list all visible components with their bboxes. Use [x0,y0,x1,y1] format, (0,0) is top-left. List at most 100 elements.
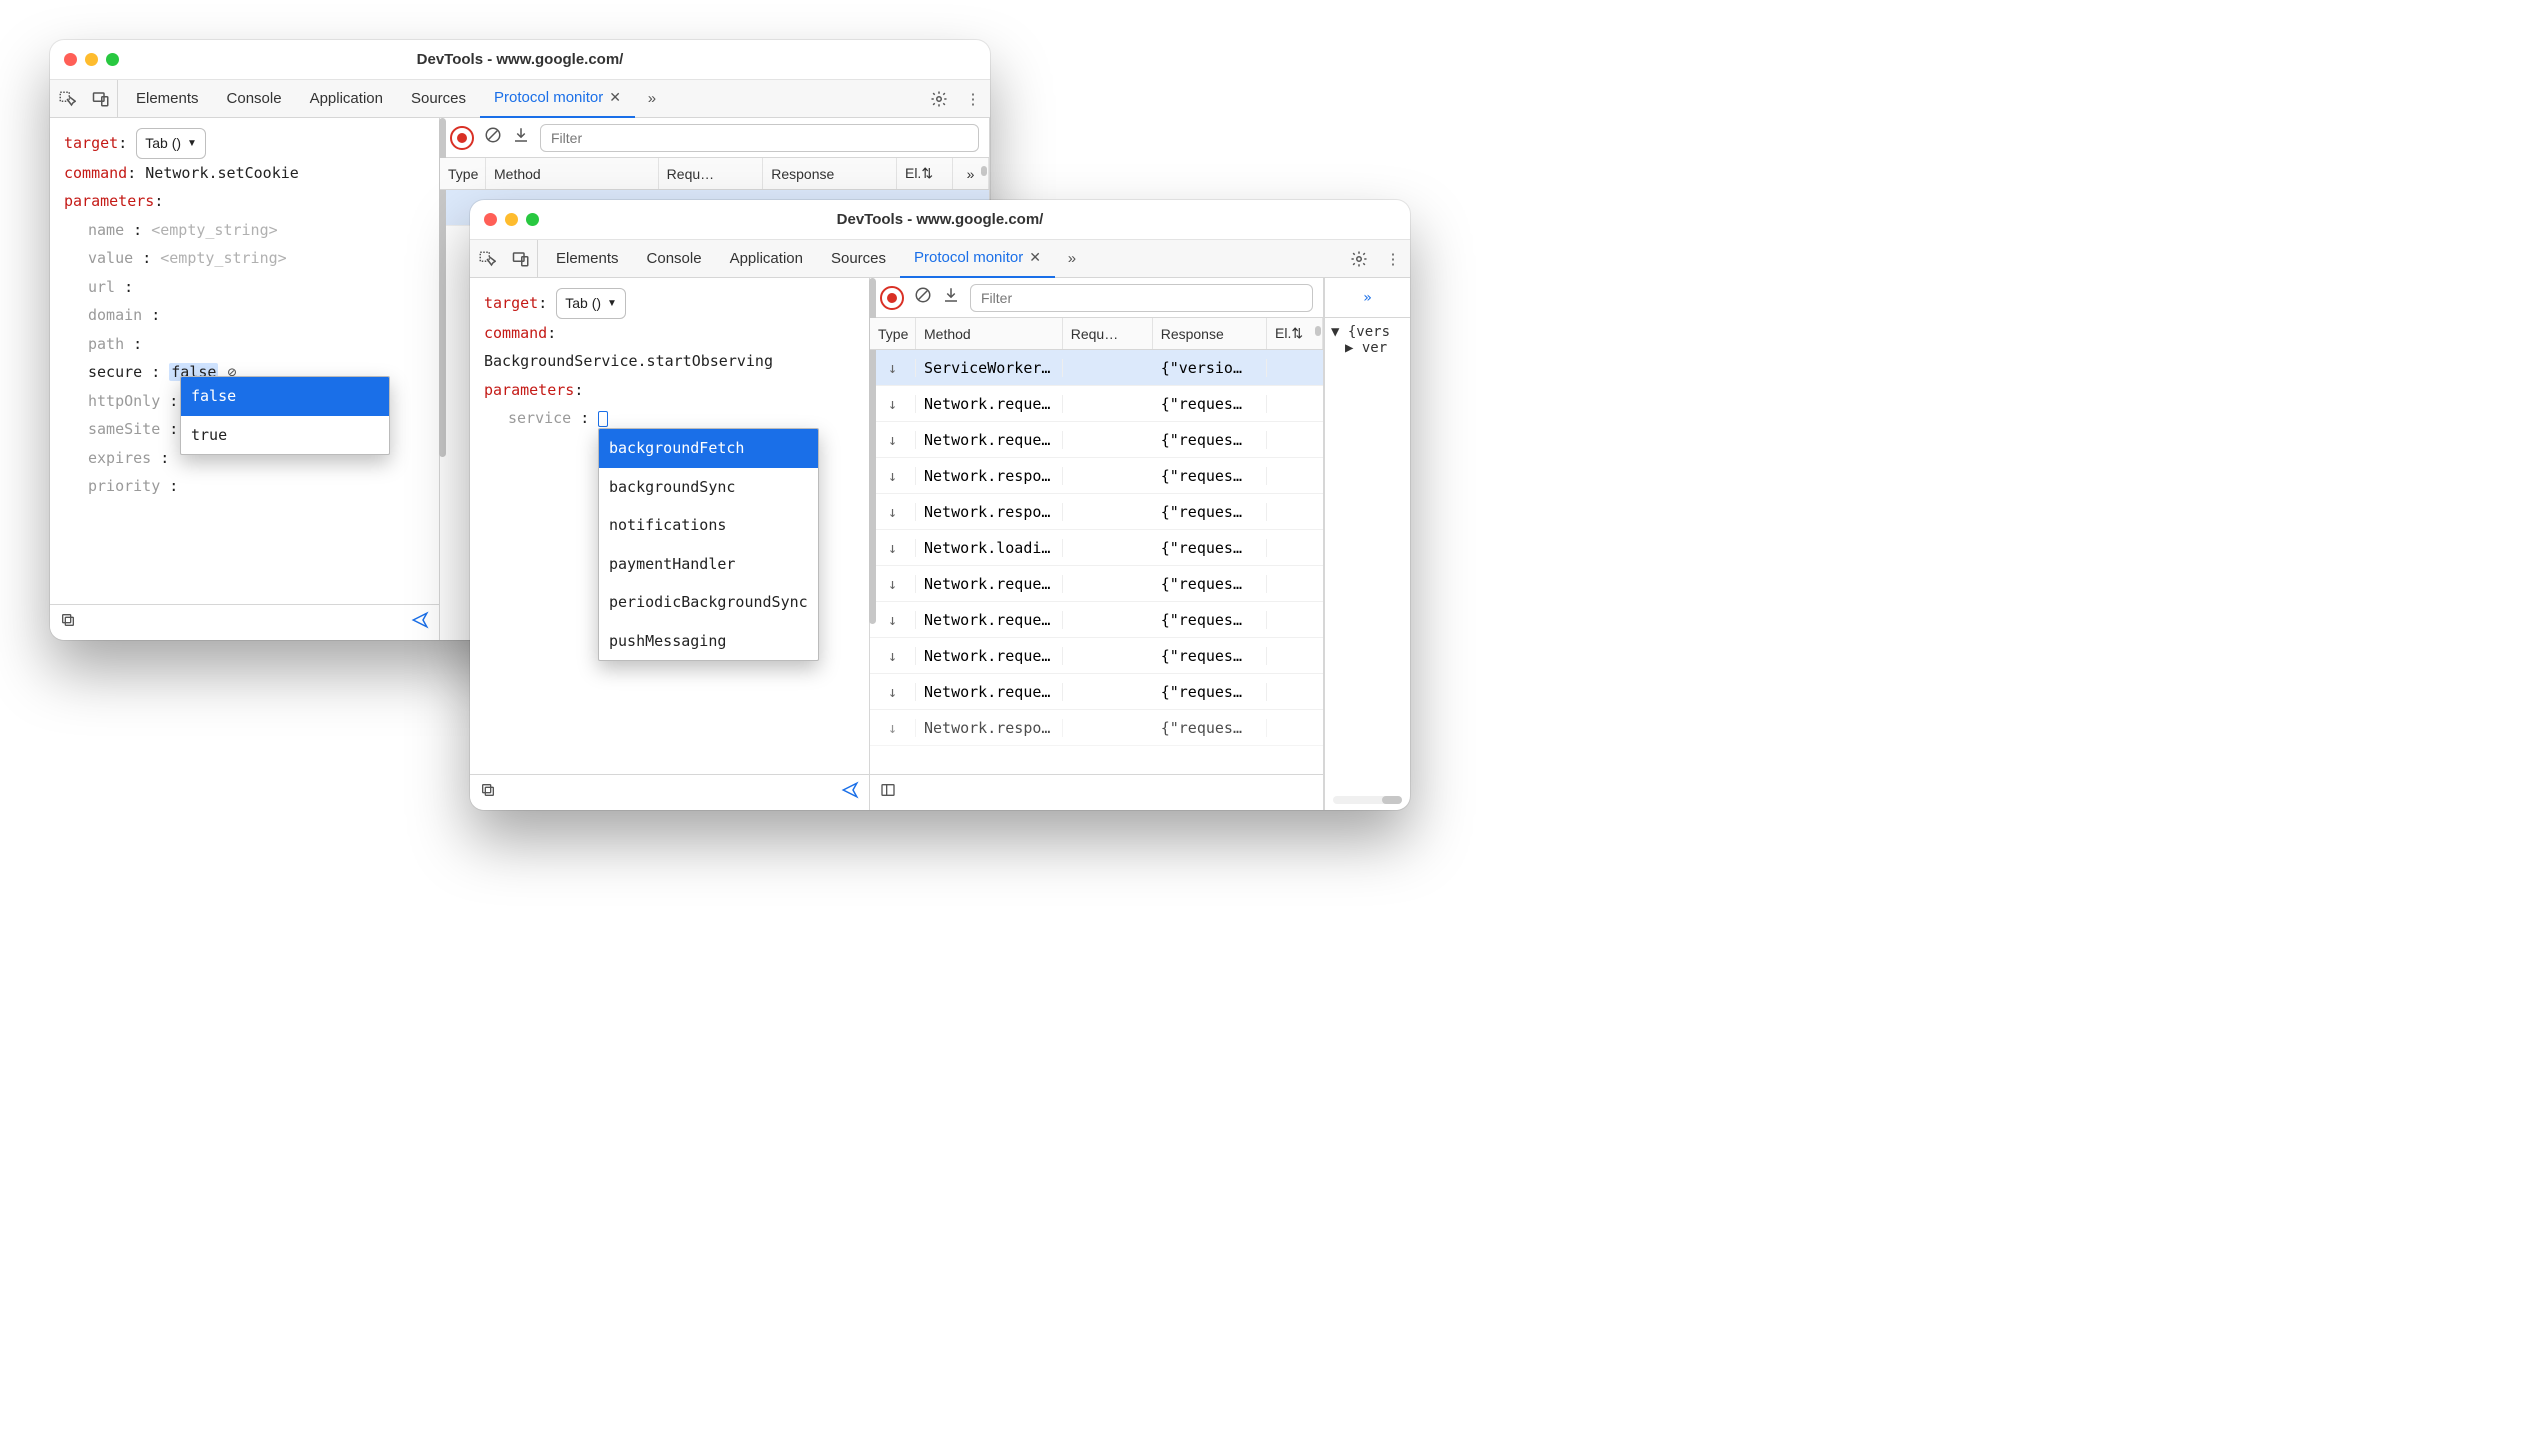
target-select[interactable]: Tab () ▼ [136,128,206,159]
autocomplete-item[interactable]: backgroundFetch [599,429,818,468]
log-row[interactable]: ↓Network.reque…{"reques… [870,566,1323,602]
kebab-menu-icon[interactable]: ⋮ [1376,240,1410,278]
log-row[interactable]: ↓Network.reque…{"reques… [870,422,1323,458]
col-elapsed[interactable]: El.⇅ [897,158,953,189]
copy-icon[interactable] [480,782,496,803]
autocomplete-item[interactable]: periodicBackgroundSync [599,583,818,622]
col-method[interactable]: Method [916,318,1063,349]
log-row[interactable]: ↓Network.respo…{"reques… [870,458,1323,494]
send-icon[interactable] [411,611,429,634]
minimize-window-icon[interactable] [505,213,518,226]
col-method[interactable]: Method [486,158,659,189]
tree-child[interactable]: ▶ ver [1331,340,1404,356]
autocomplete-item[interactable]: pushMessaging [599,622,818,661]
autocomplete-item[interactable]: false [181,377,389,416]
col-response[interactable]: Response [1153,318,1267,349]
device-toggle-icon[interactable] [504,240,538,278]
autocomplete-popup[interactable]: falsetrue [180,376,390,455]
close-tab-icon[interactable]: ✕ [1029,249,1041,266]
tab-protocol-monitor[interactable]: Protocol monitor ✕ [900,240,1055,278]
toggle-panel-icon[interactable] [880,782,896,803]
close-window-icon[interactable] [484,213,497,226]
zoom-window-icon[interactable] [106,53,119,66]
traffic-lights[interactable] [484,213,539,226]
tab-application[interactable]: Application [296,80,397,118]
tree-overflow-icon[interactable]: » [1325,278,1410,318]
filter-input[interactable]: Filter [540,124,979,152]
minimize-window-icon[interactable] [85,53,98,66]
autocomplete-popup[interactable]: backgroundFetchbackgroundSyncnotificatio… [598,428,819,661]
tabs-overflow-icon[interactable]: » [635,80,669,118]
response-tree-pane[interactable]: » ▼ {vers ▶ ver [1324,278,1410,810]
settings-gear-icon[interactable] [1342,240,1376,278]
tab-console[interactable]: Console [633,240,716,278]
tab-elements[interactable]: Elements [542,240,633,278]
row-type-icon: ↓ [870,503,916,521]
download-icon[interactable] [942,286,960,309]
col-request[interactable]: Requ… [1063,318,1153,349]
download-icon[interactable] [512,126,530,149]
target-select-value: Tab () [565,290,601,317]
log-row[interactable]: ↓ServiceWorker…{"versio… [870,350,1323,386]
autocomplete-item[interactable]: true [181,416,389,455]
target-select[interactable]: Tab () ▼ [556,288,626,319]
zoom-window-icon[interactable] [526,213,539,226]
clear-icon[interactable] [484,126,502,149]
col-type[interactable]: Type [440,158,486,189]
record-icon[interactable] [450,126,474,150]
command-value[interactable]: Network.setCookie [145,164,299,182]
col-response[interactable]: Response [763,158,897,189]
param-value[interactable]: <empty_string> [160,249,286,267]
command-label: command [484,324,547,342]
param-key: domain [88,306,142,324]
tab-elements[interactable]: Elements [122,80,213,118]
tab-sources[interactable]: Sources [817,240,900,278]
tab-protocol-monitor[interactable]: Protocol monitor ✕ [480,80,635,118]
autocomplete-item[interactable]: paymentHandler [599,545,818,584]
param-row[interactable]: domain : [64,301,425,330]
param-row[interactable]: priority : [64,472,425,501]
tabs-overflow-icon[interactable]: » [1055,240,1089,278]
param-row[interactable]: path : [64,330,425,359]
filter-input[interactable]: Filter [970,284,1313,312]
log-row[interactable]: ↓Network.reque…{"reques… [870,602,1323,638]
record-icon[interactable] [880,286,904,310]
log-row[interactable]: ↓Network.respo…{"reques… [870,710,1323,746]
titlebar[interactable]: DevTools - www.google.com/ [50,40,990,80]
autocomplete-item[interactable]: notifications [599,506,818,545]
log-row[interactable]: ↓Network.respo…{"reques… [870,494,1323,530]
close-tab-icon[interactable]: ✕ [609,89,621,106]
log-row[interactable]: ↓Network.loadi…{"reques… [870,530,1323,566]
titlebar[interactable]: DevTools - www.google.com/ [470,200,1410,240]
copy-icon[interactable] [60,612,76,633]
command-value[interactable]: BackgroundService.startObserving [484,347,855,376]
autocomplete-item[interactable]: backgroundSync [599,468,818,507]
h-scrollbar[interactable] [1333,796,1402,804]
kebab-menu-icon[interactable]: ⋮ [956,80,990,118]
param-row[interactable]: name : <empty_string> [64,216,425,245]
tab-console[interactable]: Console [213,80,296,118]
log-row[interactable]: ↓Network.reque…{"reques… [870,638,1323,674]
inspect-icon[interactable] [50,80,84,118]
tab-application[interactable]: Application [716,240,817,278]
clear-icon[interactable] [914,286,932,309]
tab-label: Protocol monitor [494,89,603,106]
log-row[interactable]: ↓Network.reque…{"reques… [870,674,1323,710]
send-icon[interactable] [841,781,859,804]
param-row[interactable]: value : <empty_string> [64,244,425,273]
tab-sources[interactable]: Sources [397,80,480,118]
row-response: {"reques… [1153,683,1267,701]
traffic-lights[interactable] [64,53,119,66]
param-key: expires [88,449,151,467]
close-window-icon[interactable] [64,53,77,66]
param-value[interactable]: <empty_string> [151,221,277,239]
inspect-icon[interactable] [470,240,504,278]
log-row[interactable]: ↓Network.reque…{"reques… [870,386,1323,422]
col-type[interactable]: Type [870,318,916,349]
device-toggle-icon[interactable] [84,80,118,118]
settings-gear-icon[interactable] [922,80,956,118]
col-request[interactable]: Requ… [659,158,764,189]
tree-root[interactable]: ▼ {vers [1331,324,1404,340]
param-row[interactable]: url : [64,273,425,302]
param-value-cursor[interactable] [598,411,608,427]
